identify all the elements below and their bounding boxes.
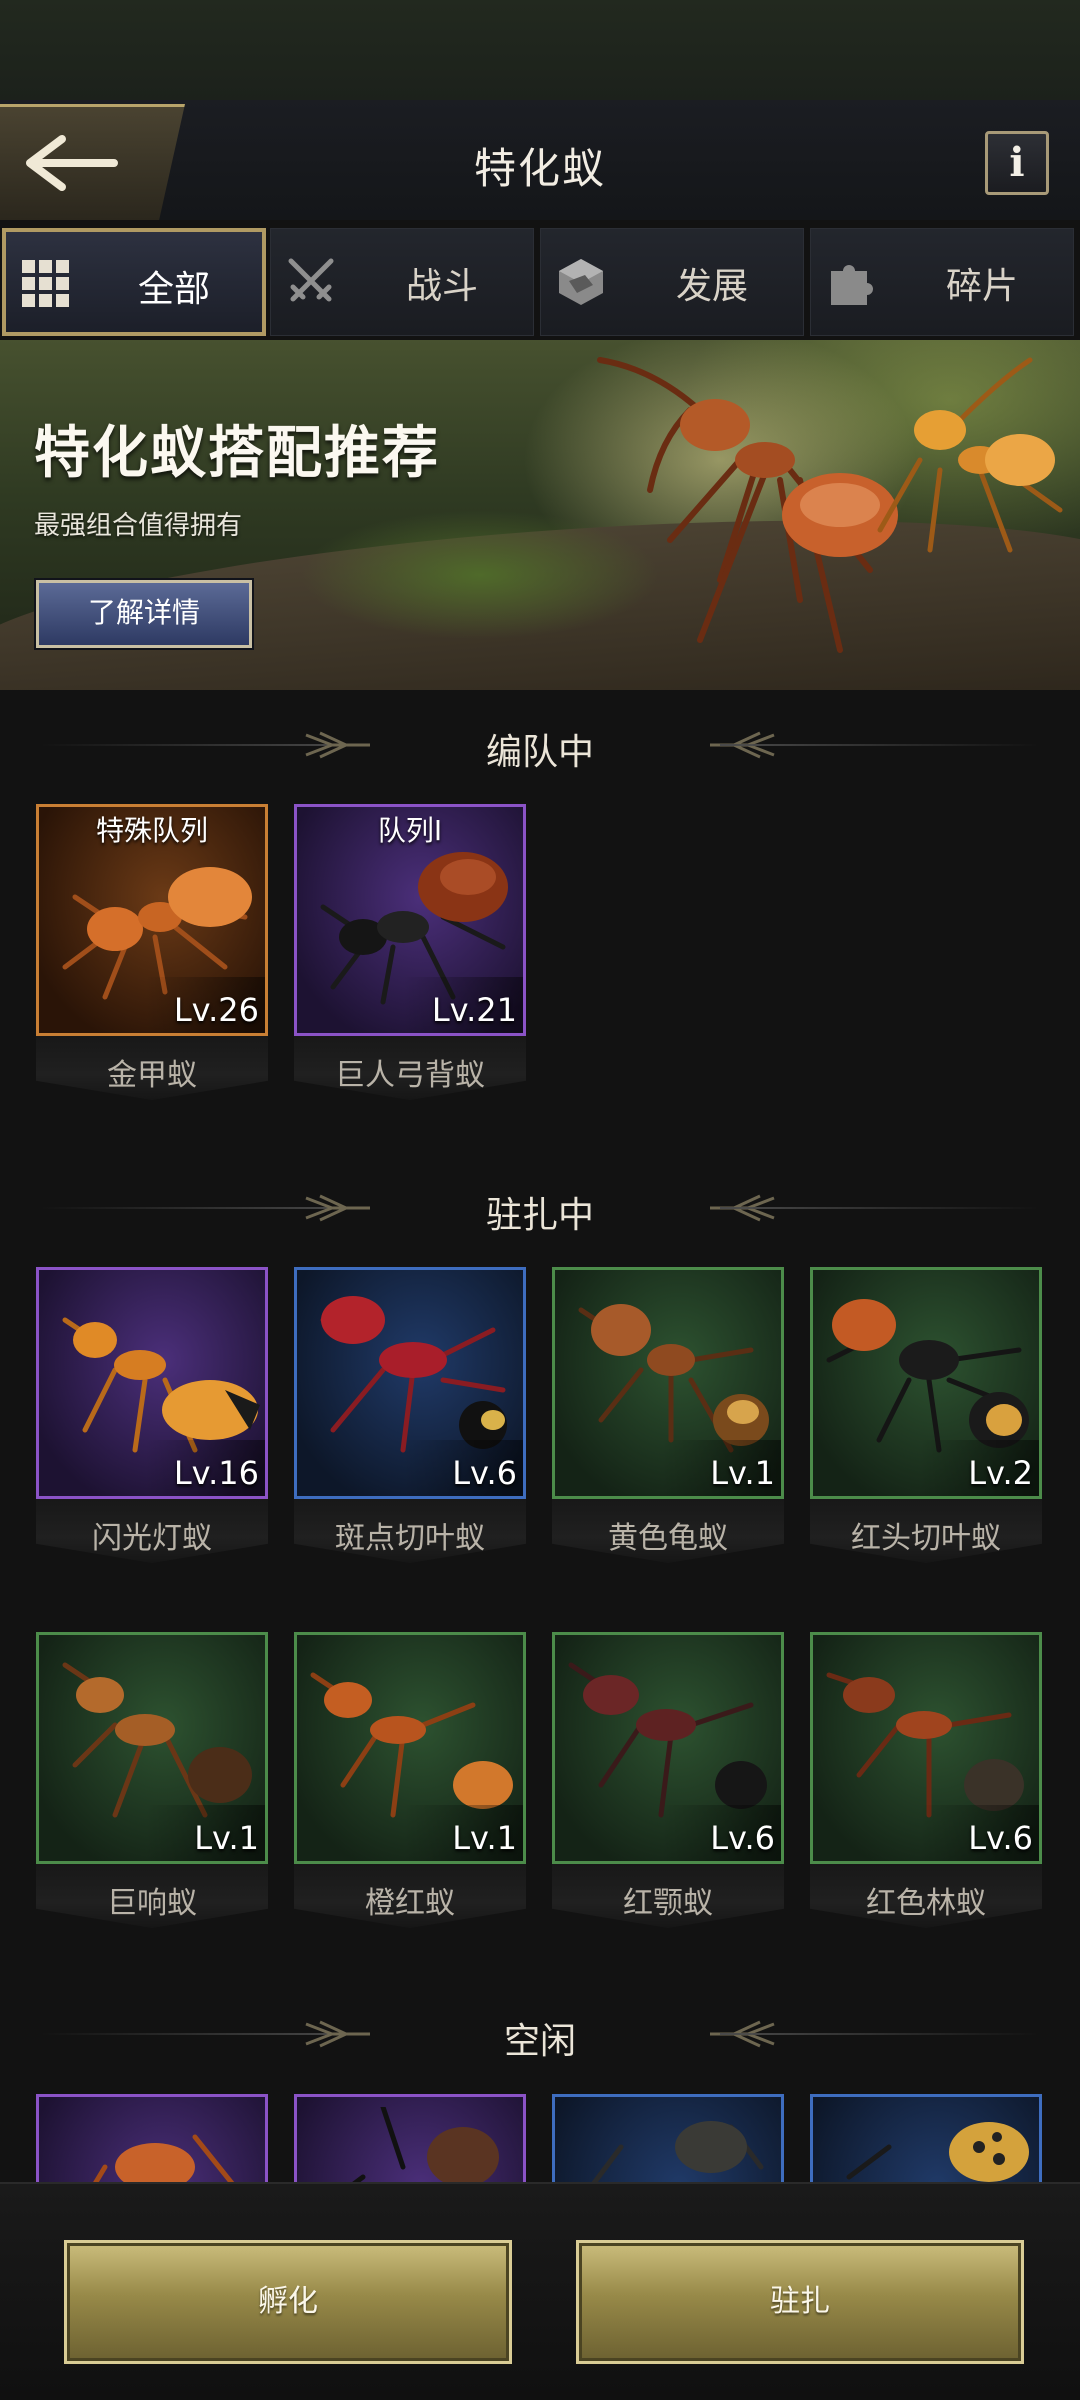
ant-name: 红色林蚁 [866,1886,986,1921]
hatch-button[interactable]: 孵化 [64,2240,512,2364]
squad-label: 队列I [377,814,443,847]
ant-card[interactable]: Lv.6 红色林蚁 [810,1632,1042,1932]
section-title: 空闲 [503,2021,576,2062]
learn-more-button[interactable]: 了解详情 [36,580,252,648]
banner-title: 特化蚁搭配推荐 [34,421,440,486]
section-header-formation: 编队中 [0,715,1080,775]
squad-label: 特殊队列 [95,814,208,847]
info-icon: i [1009,139,1025,186]
level-label: Lv.2 [968,1454,1033,1492]
ant-name: 黄色龟蚁 [608,1521,728,1556]
level-label: Lv.16 [173,1454,259,1492]
ant-name: 闪光灯蚁 [92,1521,212,1556]
ant-name: 红颚蚁 [623,1886,713,1921]
ant-card[interactable]: 队列I Lv.21 巨人弓背蚁 [294,804,526,1104]
garrison-button[interactable]: 驻扎 [576,2240,1024,2364]
ant-name: 红头切叶蚁 [851,1521,1001,1556]
section-title: 驻扎中 [485,1195,594,1236]
card-frame: Lv.6 [552,1632,784,1864]
ant-name: 金甲蚁 [107,1058,197,1093]
top-background [0,0,1080,100]
ant-name: 巨响蚁 [107,1886,197,1921]
card-frame: Lv.1 [552,1267,784,1499]
card-frame: Lv.16 [36,1267,268,1499]
level-label: Lv.26 [173,991,259,1029]
level-label: Lv.1 [452,1819,517,1857]
tab-label: 碎片 [945,266,1018,307]
card-frame: Lv.6 [810,1632,1042,1864]
banner-ants-illustration [597,357,1063,653]
card-frame: Lv.1 [294,1632,526,1864]
section-title: 编队中 [485,732,594,773]
tab-label: 战斗 [405,266,478,307]
ant-card[interactable]: Lv.6 红颚蚁 [552,1632,784,1932]
card-frame: 特殊队列 Lv.26 [36,804,268,1036]
ant-card[interactable]: 特殊队列 Lv.26 金甲蚁 [36,804,268,1104]
card-frame: Lv.1 [36,1632,268,1864]
divider-line [720,744,1040,746]
page-title: 特化蚁 [473,144,606,193]
resource-cube-icon [559,259,603,305]
ant-name: 斑点切叶蚁 [335,1521,485,1556]
level-label: Lv.6 [710,1819,775,1857]
banner-subtitle: 最强组合值得拥有 [34,511,243,541]
divider-line [720,2033,1040,2035]
level-label: Lv.6 [452,1454,517,1492]
section-header-idle: 空闲 [0,2004,1080,2064]
divider-line [720,1207,1040,1209]
level-label: Lv.1 [194,1819,259,1857]
level-label: Lv.1 [710,1454,775,1492]
ant-card[interactable]: Lv.1 黄色龟蚁 [552,1267,784,1567]
ant-card[interactable]: Lv.6 斑点切叶蚁 [294,1267,526,1567]
card-frame: Lv.6 [294,1267,526,1499]
ant-name: 橙红蚁 [365,1886,455,1921]
category-tabs: 全部 战斗 发展 碎片 [0,228,1080,336]
tab-all[interactable]: 全部 [2,228,266,336]
crossed-swords-icon [288,258,334,302]
ant-card[interactable]: Lv.1 橙红蚁 [294,1632,526,1932]
card-frame: 队列I Lv.21 [294,804,526,1036]
promo-banner[interactable]: 特化蚁搭配推荐 最强组合值得拥有 了解详情 [0,340,1080,690]
tab-label: 全部 [137,269,210,310]
ant-card[interactable]: Lv.1 巨响蚁 [36,1632,268,1932]
section-header-garrison: 驻扎中 [0,1178,1080,1238]
card-frame: Lv.2 [810,1267,1042,1499]
ant-name: 巨人弓背蚁 [335,1058,485,1093]
tab-combat[interactable]: 战斗 [270,228,534,336]
ant-card[interactable]: Lv.16 闪光灯蚁 [36,1267,268,1567]
tab-development[interactable]: 发展 [540,228,804,336]
ant-card[interactable]: Lv.2 红头切叶蚁 [810,1267,1042,1567]
tab-label: 发展 [675,266,748,307]
level-label: Lv.21 [431,991,517,1029]
level-label: Lv.6 [968,1819,1033,1857]
tab-fragments[interactable]: 碎片 [810,228,1074,336]
puzzle-piece-icon [831,265,873,305]
info-button[interactable]: i [985,131,1049,195]
grid-icon [22,260,69,307]
